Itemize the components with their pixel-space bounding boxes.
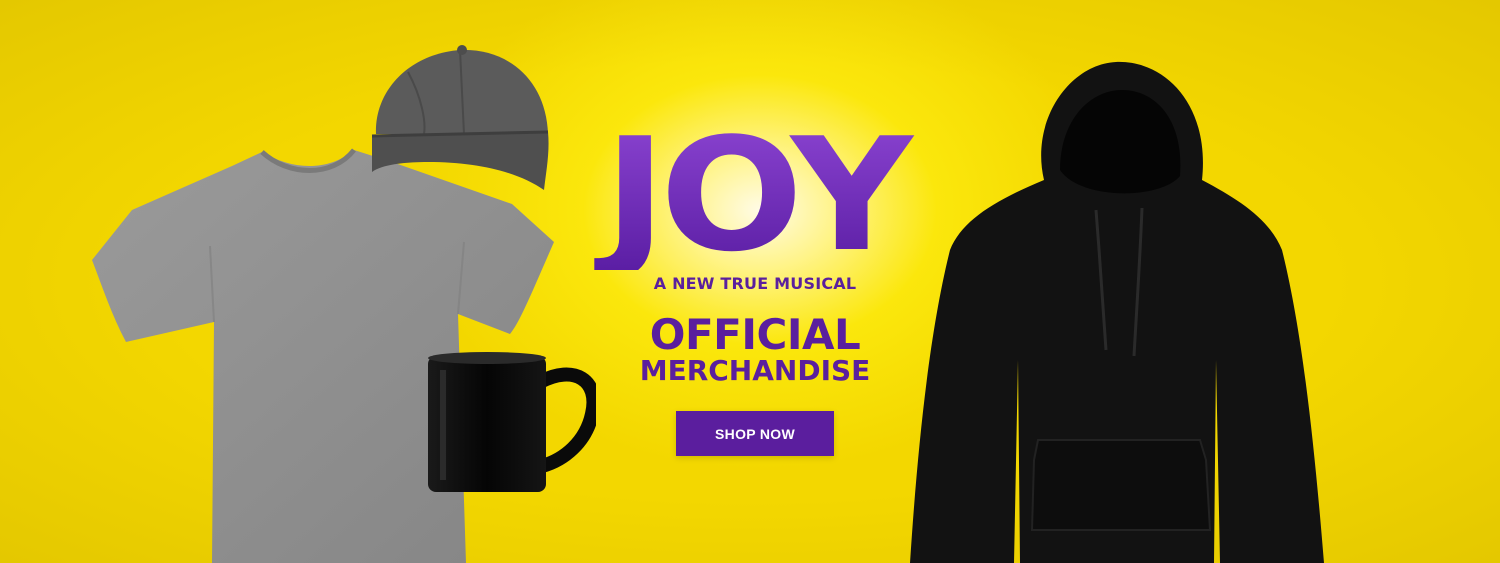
headline-official: OFFICIAL xyxy=(649,310,861,359)
show-logo: JOY xyxy=(539,117,971,273)
cap-icon xyxy=(371,45,549,190)
merch-banner[interactable]: JOY A NEW TRUE MUSICAL OFFICIAL MERCHAND… xyxy=(0,0,1500,563)
hoodie-icon xyxy=(910,61,1324,563)
center-panel: JOY A NEW TRUE MUSICAL OFFICIAL MERCHAND… xyxy=(555,117,955,456)
shop-now-button[interactable]: SHOP NOW xyxy=(676,411,834,456)
headline-merchandise: MERCHANDISE xyxy=(639,354,871,387)
